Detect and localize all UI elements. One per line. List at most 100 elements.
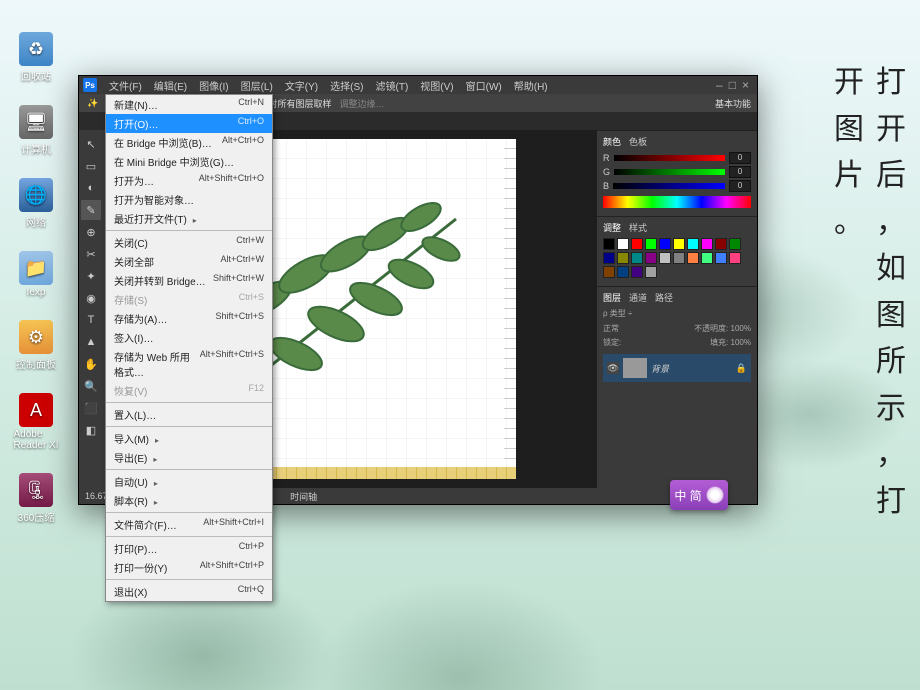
swatch[interactable]: [701, 238, 713, 250]
hue-bar[interactable]: [603, 196, 751, 208]
tool-2[interactable]: ◐: [81, 178, 101, 198]
desktop-icon-control[interactable]: ⚙控制面板: [6, 320, 66, 371]
swatch[interactable]: [715, 252, 727, 264]
tab-styles[interactable]: 样式: [629, 221, 647, 234]
desktop-icon-recycle[interactable]: ♻回收站: [6, 32, 66, 83]
menu-view[interactable]: 视图(V): [414, 76, 459, 95]
swatch[interactable]: [673, 252, 685, 264]
menu-item[interactable]: 退出(X)Ctrl+Q: [106, 582, 272, 601]
timeline-panel-tab[interactable]: 时间轴: [290, 490, 317, 503]
menu-item[interactable]: 打开为…Alt+Shift+Ctrl+O: [106, 171, 272, 190]
menu-item[interactable]: 在 Bridge 中浏览(B)…Alt+Ctrl+O: [106, 133, 272, 152]
opt-refine[interactable]: 调整边缘…: [340, 97, 385, 110]
swatch[interactable]: [645, 266, 657, 278]
tool-4[interactable]: ⊕: [81, 222, 101, 242]
desktop-icon-computer[interactable]: 🖥计算机: [6, 105, 66, 156]
swatch[interactable]: [659, 238, 671, 250]
swatch[interactable]: [715, 238, 727, 250]
swatch[interactable]: [631, 238, 643, 250]
value-g[interactable]: 0: [729, 166, 751, 178]
desktop-icon-archive[interactable]: 🗜360压缩: [6, 473, 66, 524]
swatch[interactable]: [617, 252, 629, 264]
ime-indicator[interactable]: 中 简: [670, 480, 728, 510]
menu-select[interactable]: 选择(S): [324, 76, 369, 95]
menu-item[interactable]: 最近打开文件(T): [106, 209, 272, 228]
menu-item[interactable]: 关闭并转到 Bridge…Shift+Ctrl+W: [106, 271, 272, 290]
menu-item[interactable]: 打开为智能对象…: [106, 190, 272, 209]
swatch[interactable]: [645, 252, 657, 264]
menu-item[interactable]: 导出(E): [106, 448, 272, 467]
menu-file[interactable]: 文件(F): [103, 76, 148, 95]
value-r[interactable]: 0: [729, 152, 751, 164]
swatch[interactable]: [631, 266, 643, 278]
tool-11[interactable]: 🔍: [81, 376, 101, 396]
slider-g[interactable]: [614, 169, 725, 175]
swatch[interactable]: [701, 252, 713, 264]
swatch[interactable]: [729, 252, 741, 264]
menu-item[interactable]: 签入(I)…: [106, 328, 272, 347]
swatch[interactable]: [603, 252, 615, 264]
swatch[interactable]: [603, 266, 615, 278]
tool-1[interactable]: ▭: [81, 156, 101, 176]
swatch[interactable]: [673, 238, 685, 250]
menu-item[interactable]: 置入(L)…: [106, 405, 272, 424]
tab-color[interactable]: 颜色: [603, 135, 621, 148]
menu-item[interactable]: 文件简介(F)…Alt+Shift+Ctrl+I: [106, 515, 272, 534]
menu-item[interactable]: 新建(N)…Ctrl+N: [106, 95, 272, 114]
blend-mode[interactable]: 正常: [603, 323, 619, 334]
tool-10[interactable]: ✋: [81, 354, 101, 374]
visibility-icon[interactable]: 👁: [607, 362, 619, 374]
fill[interactable]: 填充: 100%: [710, 337, 751, 348]
swatch[interactable]: [603, 238, 615, 250]
menu-item[interactable]: 在 Mini Bridge 中浏览(G)…: [106, 152, 272, 171]
value-b[interactable]: 0: [729, 180, 751, 192]
menu-item[interactable]: 存储为 Web 所用格式…Alt+Shift+Ctrl+S: [106, 347, 272, 381]
slider-b[interactable]: [613, 183, 725, 189]
menu-window[interactable]: 窗口(W): [460, 76, 508, 95]
desktop-icon-iexp[interactable]: 📁Iexp: [6, 251, 66, 298]
menu-help[interactable]: 帮助(H): [508, 76, 554, 95]
tool-13[interactable]: ◧: [81, 420, 101, 440]
menu-item[interactable]: 存储为(A)…Shift+Ctrl+S: [106, 309, 272, 328]
tab-swatches[interactable]: 色板: [629, 135, 647, 148]
tool-6[interactable]: ✦: [81, 266, 101, 286]
menu-image[interactable]: 图像(I): [193, 76, 234, 95]
swatch[interactable]: [687, 252, 699, 264]
minimize-button[interactable]: –: [716, 78, 723, 92]
menu-item[interactable]: 关闭(C)Ctrl+W: [106, 233, 272, 252]
tool-7[interactable]: ◉: [81, 288, 101, 308]
menu-edit[interactable]: 编辑(E): [148, 76, 193, 95]
tab-layers[interactable]: 图层: [603, 291, 621, 304]
menu-item[interactable]: 脚本(R): [106, 491, 272, 510]
menu-item[interactable]: 打印一份(Y)Alt+Shift+Ctrl+P: [106, 558, 272, 577]
swatch[interactable]: [631, 252, 643, 264]
swatch[interactable]: [687, 238, 699, 250]
maximize-button[interactable]: □: [729, 78, 736, 92]
menu-type[interactable]: 文字(Y): [279, 76, 324, 95]
tab-channels[interactable]: 通道: [629, 291, 647, 304]
tab-paths[interactable]: 路径: [655, 291, 673, 304]
menu-item[interactable]: 导入(M): [106, 429, 272, 448]
tool-9[interactable]: ▲: [81, 332, 101, 352]
lock[interactable]: 锁定:: [603, 337, 621, 348]
layers-kind[interactable]: ρ 类型 ÷: [603, 308, 632, 319]
menu-layer[interactable]: 图层(L): [235, 76, 279, 95]
swatch[interactable]: [645, 238, 657, 250]
menu-item[interactable]: 打开(O)…Ctrl+O: [106, 114, 272, 133]
tool-5[interactable]: ✂: [81, 244, 101, 264]
menu-item[interactable]: 打印(P)…Ctrl+P: [106, 539, 272, 558]
tab-adjust[interactable]: 调整: [603, 221, 621, 234]
tool-0[interactable]: ↖: [81, 134, 101, 154]
swatch[interactable]: [659, 252, 671, 264]
tool-3[interactable]: ✎: [81, 200, 101, 220]
desktop-icon-acrobat[interactable]: AAdobe Reader XI: [6, 393, 66, 451]
tool-8[interactable]: T: [81, 310, 101, 330]
menu-item[interactable]: 关闭全部Alt+Ctrl+W: [106, 252, 272, 271]
tool-12[interactable]: ⬛: [81, 398, 101, 418]
swatch[interactable]: [617, 266, 629, 278]
desktop-icon-network[interactable]: 🌐网络: [6, 178, 66, 229]
workspace-label[interactable]: 基本功能: [715, 97, 751, 110]
close-button[interactable]: ×: [742, 78, 749, 92]
menu-filter[interactable]: 滤镜(T): [370, 76, 415, 95]
menu-item[interactable]: 自动(U): [106, 472, 272, 491]
